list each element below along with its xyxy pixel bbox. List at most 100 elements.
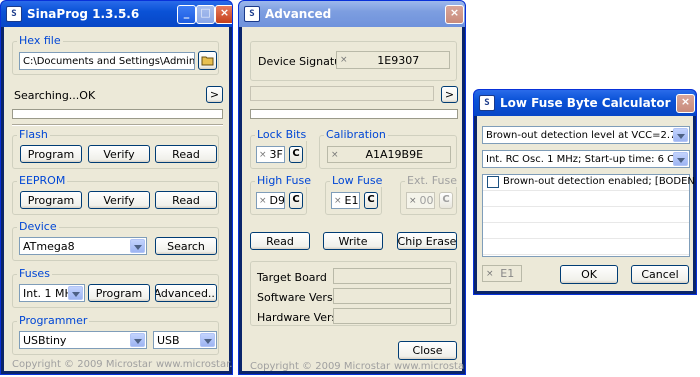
- minimize-button[interactable]: _: [177, 5, 196, 24]
- progress-bar: [250, 109, 458, 119]
- list-item: [483, 239, 689, 255]
- fuse-result-value: E1: [500, 267, 515, 280]
- chevron-down-icon[interactable]: [200, 333, 215, 347]
- eeprom-program-button[interactable]: Program: [20, 191, 82, 209]
- advanced-window: S Advanced × Device Signature × 1E9307 > …: [238, 0, 466, 375]
- lock-bits-field[interactable]: × 3F: [256, 146, 285, 163]
- clock-source-value: Int. RC Osc. 1 MHz; Start-up time: 6 CK …: [486, 153, 686, 165]
- cancel-button[interactable]: Cancel: [631, 265, 689, 284]
- status-expand-button[interactable]: >: [206, 86, 223, 103]
- fuses-program-button[interactable]: Program: [88, 284, 150, 302]
- high-fuse-group: High Fuse × D9 C: [250, 174, 313, 215]
- ext-fuse-calc-button: C: [439, 192, 453, 209]
- list-item[interactable]: Brown-out detection enabled; [BODEN=0]: [483, 175, 696, 191]
- hex-file-label: Hex file: [17, 34, 63, 47]
- high-fuse-calc-button[interactable]: C: [289, 192, 303, 209]
- high-fuse-field[interactable]: × D9: [256, 192, 285, 209]
- fuses-advanced-button[interactable]: Advanced...: [155, 284, 217, 302]
- website-text: www.microstar.ir: [156, 359, 233, 370]
- hex-file-path-field[interactable]: C:\Documents and Settings\Admin\Рабочий: [19, 52, 195, 70]
- x-mark: ×: [259, 195, 267, 206]
- low-fuse-field[interactable]: × E1: [331, 192, 360, 209]
- app-icon: S: [6, 6, 22, 22]
- fuses-label: Fuses: [17, 267, 52, 280]
- fuses-select[interactable]: Int. 1 MHz: [19, 284, 85, 302]
- flash-read-button[interactable]: Read: [155, 145, 217, 163]
- calibration-field: × A1A19B9E: [327, 146, 451, 163]
- flash-program-button[interactable]: Program: [20, 145, 82, 163]
- options-list: Brown-out detection enabled; [BODEN=0]: [482, 174, 696, 257]
- flash-verify-button[interactable]: Verify: [88, 145, 150, 163]
- flash-label: Flash: [17, 128, 50, 141]
- calibration-group: Calibration × A1A19B9E: [319, 128, 457, 169]
- write-button[interactable]: Write: [323, 232, 383, 250]
- port-select[interactable]: USB: [153, 331, 217, 349]
- close-dialog-button[interactable]: Close: [398, 341, 457, 360]
- open-file-button[interactable]: [198, 51, 217, 70]
- calculator-client: Brown-out detection level at VCC=2.7 V; …: [477, 116, 696, 291]
- close-button[interactable]: ×: [215, 5, 232, 24]
- x-mark: ×: [331, 149, 339, 160]
- software-version-field: [333, 288, 451, 304]
- x-mark: ×: [486, 268, 494, 279]
- chevron-down-icon[interactable]: [68, 286, 83, 300]
- progress-bar: [12, 109, 223, 119]
- x-mark: ×: [409, 195, 417, 206]
- device-search-button[interactable]: Search: [155, 237, 217, 255]
- lock-bits-calc-button[interactable]: C: [289, 146, 303, 163]
- app-icon: S: [479, 95, 495, 111]
- window-title: Low Fuse Byte Calculator: [500, 96, 671, 110]
- low-fuse-value: E1: [344, 194, 359, 207]
- clock-source-select[interactable]: Int. RC Osc. 1 MHz; Start-up time: 6 CK …: [482, 150, 690, 168]
- high-fuse-value: D9: [269, 194, 285, 207]
- programmer-select-value: USBtiny: [23, 333, 67, 347]
- status-expand-button[interactable]: >: [441, 86, 458, 103]
- chevron-down-icon[interactable]: [673, 152, 688, 166]
- read-button[interactable]: Read: [250, 232, 310, 250]
- list-item: [483, 191, 689, 207]
- lock-bits-label: Lock Bits: [255, 128, 309, 141]
- calibration-label: Calibration: [324, 128, 388, 141]
- close-button[interactable]: ×: [445, 5, 464, 24]
- device-select[interactable]: ATmega8: [19, 237, 147, 255]
- brownout-level-select[interactable]: Brown-out detection level at VCC=2.7 V;: [482, 126, 690, 144]
- close-button[interactable]: ×: [676, 94, 695, 113]
- hex-file-group: Hex file C:\Documents and Settings\Admin…: [12, 34, 219, 75]
- chip-erase-button[interactable]: Chip Erase: [397, 232, 457, 250]
- hardware-version-field: [333, 308, 451, 324]
- programmer-label: Programmer: [17, 314, 90, 327]
- list-item: [483, 207, 689, 223]
- chevron-down-icon[interactable]: [673, 128, 688, 142]
- high-fuse-label: High Fuse: [255, 174, 313, 187]
- eeprom-read-button[interactable]: Read: [155, 191, 217, 209]
- flash-group: Flash Program Verify Read: [12, 128, 219, 169]
- programmer-group: Programmer USBtiny USB: [12, 314, 219, 355]
- brownout-enable-checkbox[interactable]: [487, 176, 499, 188]
- calculator-titlebar[interactable]: S Low Fuse Byte Calculator ×: [474, 90, 696, 116]
- advanced-client: Device Signature × 1E9307 > Lock Bits × 3F…: [242, 27, 465, 372]
- list-item: [483, 223, 689, 239]
- brownout-level-value: Brown-out detection level at VCC=2.7 V;: [486, 129, 686, 141]
- target-board-field: [333, 268, 451, 284]
- target-board-label: Target Board: [257, 271, 327, 284]
- eeprom-verify-button[interactable]: Verify: [88, 191, 150, 209]
- eeprom-label: EEPROM: [17, 174, 68, 187]
- low-fuse-label: Low Fuse: [330, 174, 385, 187]
- divider: [12, 124, 223, 126]
- chevron-down-icon[interactable]: [130, 239, 145, 253]
- device-label: Device: [17, 220, 59, 233]
- sinaprog-titlebar[interactable]: S SinaProg 1.3.5.6 _ □ ×: [1, 1, 232, 27]
- ok-button[interactable]: OK: [560, 265, 618, 284]
- sinaprog-window: S SinaProg 1.3.5.6 _ □ × Hex file C:\Doc…: [0, 0, 233, 375]
- sinaprog-client: Hex file C:\Documents and Settings\Admin…: [4, 27, 232, 371]
- ext-fuse-group: Ext. Fuse × 00 C: [400, 174, 459, 215]
- programmer-select[interactable]: USBtiny: [19, 331, 147, 349]
- low-fuse-calc-button[interactable]: C: [364, 192, 378, 209]
- advanced-titlebar[interactable]: S Advanced ×: [239, 1, 465, 27]
- x-mark: ×: [334, 195, 342, 206]
- copyright-text: Copyright © 2009 Microstar: [250, 361, 391, 372]
- chevron-down-icon[interactable]: [130, 333, 145, 347]
- brownout-enable-label: Brown-out detection enabled; [BODEN=0]: [503, 176, 697, 187]
- lock-bits-value: 3F: [269, 148, 283, 161]
- window-title: SinaProg 1.3.5.6: [27, 7, 140, 21]
